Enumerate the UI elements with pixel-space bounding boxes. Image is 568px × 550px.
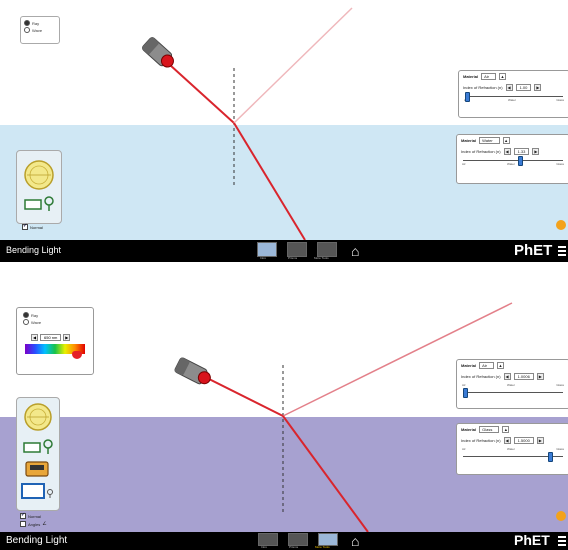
wave-sensor-icon[interactable]: [21, 483, 53, 499]
protractor-icon[interactable]: [24, 403, 52, 431]
slider-thumb[interactable]: [465, 92, 470, 102]
material-select[interactable]: Water: [479, 137, 500, 144]
mode-and-wavelength-panel: Ray Wave ◀ 650 nm ▶: [16, 307, 94, 375]
toolbox: [16, 150, 62, 224]
ray-radio[interactable]: Ray: [24, 20, 56, 26]
navigation-bar: Bending Light Intro Prisms More Tools ⌂ …: [0, 240, 568, 262]
protractor-icon[interactable]: [24, 160, 54, 190]
phet-logo[interactable]: PhET: [514, 532, 550, 548]
dropdown-arrow-icon[interactable]: ▲: [502, 426, 510, 433]
incident-ray: [169, 64, 235, 124]
dropdown-arrow-icon[interactable]: ▲: [502, 137, 510, 144]
ray-wave-mode-selector: Ray Wave: [20, 16, 60, 44]
decrement-arrow-icon[interactable]: ◀: [505, 84, 513, 91]
laser-icon[interactable]: [174, 357, 213, 388]
more-tools-screen-button[interactable]: [317, 242, 337, 257]
navigation-bar: Bending Light Intro Prisms More Tools ⌂ …: [0, 532, 568, 550]
ior-slider[interactable]: [463, 156, 563, 166]
ior-slider[interactable]: [463, 388, 563, 398]
wavelength-slider-thumb[interactable]: [72, 351, 82, 359]
increment-arrow-icon[interactable]: ▶: [63, 334, 71, 341]
material-select[interactable]: Air: [481, 73, 497, 80]
decrement-arrow-icon[interactable]: ◀: [503, 373, 511, 380]
dropdown-arrow-icon[interactable]: ▲: [499, 73, 507, 80]
wavelength-value: 650 nm: [40, 334, 62, 341]
more-tools-screen-bottom: Ray Wave ◀ 650 nm ▶ Material Air ▲ Index…: [0, 285, 568, 550]
home-icon[interactable]: ⌂: [351, 244, 359, 258]
intro-screen-top: Ray Wave Material Air ▲ Index of Refract…: [0, 0, 568, 262]
angles-checkbox[interactable]: Angles ∠: [20, 521, 47, 527]
normal-checkbox[interactable]: Normal: [20, 512, 41, 519]
ray-radio[interactable]: Ray: [23, 312, 57, 318]
increment-arrow-icon[interactable]: ▶: [532, 148, 540, 155]
wave-radio[interactable]: Wave: [24, 27, 56, 33]
intro-screen-button[interactable]: [257, 242, 277, 257]
slider-thumb[interactable]: [518, 156, 523, 166]
sim-title: Bending Light: [6, 245, 62, 255]
hamburger-menu-icon[interactable]: [558, 536, 566, 548]
ior-value: 1.0006: [513, 373, 534, 380]
dropdown-arrow-icon[interactable]: ▲: [497, 362, 505, 369]
decrement-arrow-icon[interactable]: ◀: [31, 334, 38, 341]
velocity-sensor-icon[interactable]: [25, 461, 49, 477]
upper-material-panel: Material Air ▲ Index of Refraction (n) ◀…: [456, 359, 568, 409]
increment-arrow-icon[interactable]: ▶: [536, 437, 544, 444]
reflected-ray: [233, 7, 353, 124]
refracted-ray: [282, 415, 369, 533]
toolbox-tools: [24, 160, 54, 211]
slider-thumb[interactable]: [463, 388, 468, 398]
ior-value: 1.5000: [513, 437, 534, 444]
phet-logo[interactable]: PhET: [514, 242, 552, 259]
ior-value: 1.33: [513, 148, 530, 155]
optics-scene: [141, 7, 353, 241]
lower-material-panel: Material Water ▲ Index of Refraction (n)…: [456, 134, 568, 184]
ior-slider[interactable]: [463, 452, 563, 462]
incident-ray: [204, 376, 284, 417]
increment-arrow-icon[interactable]: ▶: [534, 84, 542, 91]
decrement-arrow-icon[interactable]: ◀: [503, 148, 511, 155]
angle-icon: ∠: [42, 521, 47, 527]
intensity-meter-icon[interactable]: [23, 439, 53, 454]
intensity-meter-icon[interactable]: [24, 196, 54, 211]
prisms-screen-button[interactable]: [287, 242, 307, 257]
toolbox-tools: [21, 403, 53, 499]
laser-icon[interactable]: [141, 36, 177, 71]
increment-arrow-icon[interactable]: ▶: [536, 373, 544, 380]
home-icon[interactable]: ⌂: [351, 534, 359, 548]
reset-all-icon[interactable]: [556, 220, 566, 230]
ray-wave-mode-selector: Ray Wave: [21, 310, 59, 332]
upper-material-panel: Material Air ▲ Index of Refraction (n) ◀…: [458, 70, 568, 118]
lower-material-panel: Material Glass ▲ Index of Refraction (n)…: [456, 423, 568, 475]
normal-checkbox[interactable]: Normal: [22, 223, 43, 230]
refracted-ray: [233, 122, 306, 241]
decrement-arrow-icon[interactable]: ◀: [503, 437, 511, 444]
ior-slider[interactable]: [465, 92, 563, 102]
material-select[interactable]: Air: [479, 362, 495, 369]
ior-value: 1.00: [515, 84, 532, 91]
material-select[interactable]: Glass: [479, 426, 500, 433]
reset-all-icon[interactable]: [556, 511, 566, 521]
hamburger-menu-icon[interactable]: [558, 246, 566, 258]
slider-thumb[interactable]: [548, 452, 553, 462]
sim-title: Bending Light: [6, 535, 68, 546]
wave-radio[interactable]: Wave: [23, 319, 57, 325]
toolbox: [16, 397, 60, 511]
